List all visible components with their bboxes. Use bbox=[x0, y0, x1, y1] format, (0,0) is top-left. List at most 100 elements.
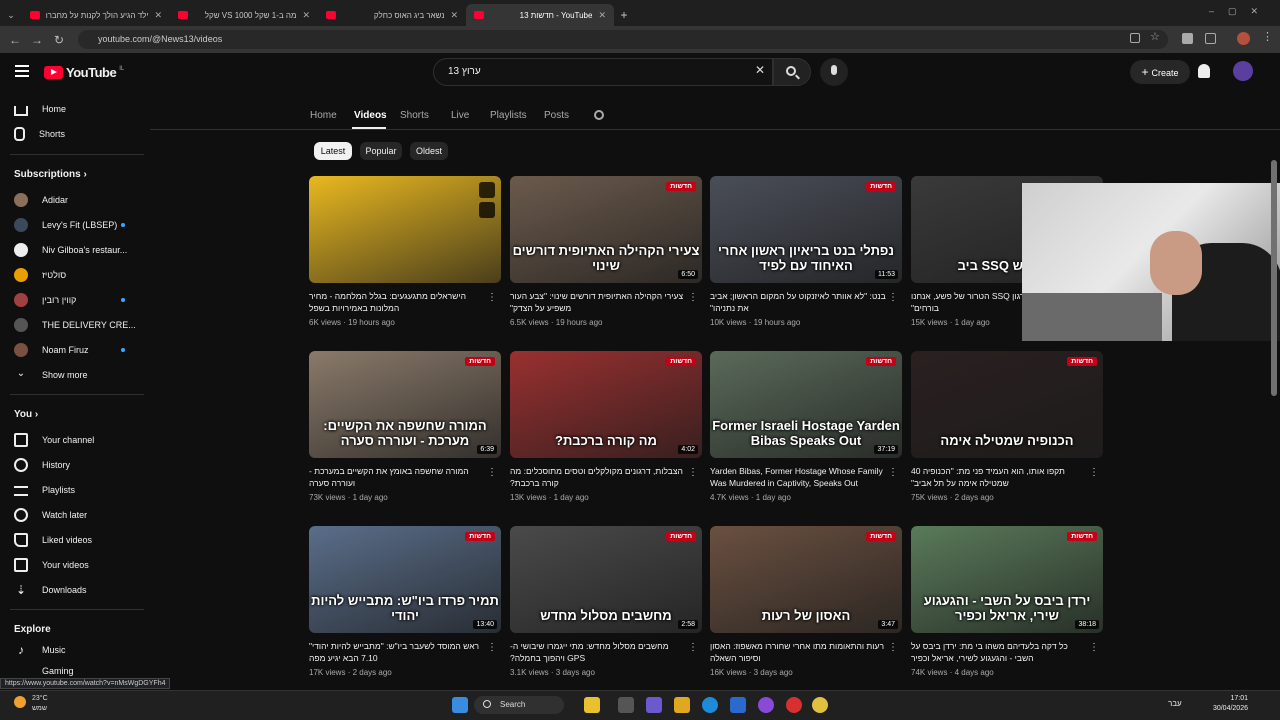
video-title[interactable]: בנט: "לא אוותר לאיזנקוט על המקום הראשון;… bbox=[710, 290, 886, 314]
sidebar-item-music[interactable]: ♪ Music bbox=[14, 640, 66, 660]
task-view-icon[interactable] bbox=[618, 697, 634, 713]
taskbar-app-icon[interactable] bbox=[584, 697, 600, 713]
windows-start-icon[interactable] bbox=[452, 697, 468, 713]
add-to-queue-icon[interactable] bbox=[479, 202, 495, 218]
watch-later-icon[interactable] bbox=[479, 182, 495, 198]
create-button[interactable]: + Create bbox=[1130, 60, 1190, 84]
sidebar-subscription[interactable]: סולטיז bbox=[14, 265, 66, 285]
window-controls[interactable]: –▢✕ bbox=[1209, 6, 1272, 17]
sidebar-item-shorts[interactable]: Shorts bbox=[14, 124, 65, 144]
browser-tab[interactable]: ילד הגיע הולך לקנות על מחברת הספר ✕ bbox=[22, 4, 170, 26]
more-actions-icon[interactable]: ⋮ bbox=[688, 642, 698, 653]
video-title[interactable]: Yarden Bibas, Former Hostage Whose Famil… bbox=[710, 465, 886, 489]
video-thumbnail[interactable]: חדשות האסון של רעות 3:47 bbox=[710, 526, 902, 633]
channel-tab-home[interactable]: Home bbox=[310, 110, 337, 121]
edge-icon[interactable] bbox=[702, 697, 718, 713]
close-tab-icon[interactable]: ✕ bbox=[154, 10, 162, 21]
voice-search-button[interactable] bbox=[820, 58, 848, 86]
sidebar-item-history[interactable]: History bbox=[14, 455, 70, 475]
video-title[interactable]: הישראלים מתגעגעים: בגלל המלחמה - מחיר המ… bbox=[309, 290, 485, 314]
video-card[interactable]: חדשות מחשבים מסלול מחדש 2:58 מחשבים מסלול מ… bbox=[510, 526, 702, 677]
chip-popular[interactable]: Popular bbox=[360, 142, 402, 160]
profile-avatar[interactable] bbox=[1237, 32, 1250, 45]
close-tab-icon[interactable]: ✕ bbox=[450, 10, 458, 21]
extension-icon[interactable] bbox=[1182, 33, 1193, 44]
video-title[interactable]: כל דקה בלעדיהם משהו בי מת: ירדן ביבס על … bbox=[911, 640, 1087, 664]
video-thumbnail[interactable]: חדשות Former Israeli Hostage Yarden Bibas… bbox=[710, 351, 902, 458]
sidebar-subscription[interactable]: Noam Firuz bbox=[14, 340, 89, 360]
video-title[interactable]: מחשבים מסלול מחדש: מתי ייגמרו שיבושי ה-G… bbox=[510, 640, 686, 664]
video-title[interactable]: תקפו אותו, הוא העמיד פני מת: "הכנופיה 40… bbox=[911, 465, 1087, 489]
channel-tab-shorts[interactable]: Shorts bbox=[400, 110, 429, 121]
video-title[interactable]: ראש המוסד לשעבר ביו"ש: "מתבייש להיות יהו… bbox=[309, 640, 485, 664]
browser-menu-icon[interactable]: ⋮ bbox=[1262, 30, 1273, 43]
sidebar-item-your-videos[interactable]: Your videos bbox=[14, 555, 89, 575]
chip-oldest[interactable]: Oldest bbox=[410, 142, 448, 160]
extensions-puzzle-icon[interactable] bbox=[1205, 33, 1216, 44]
more-actions-icon[interactable]: ⋮ bbox=[487, 292, 497, 303]
close-tab-icon[interactable]: ✕ bbox=[598, 10, 606, 21]
language-indicator[interactable]: עבר bbox=[1168, 699, 1182, 708]
clear-search-icon[interactable]: ✕ bbox=[755, 63, 765, 77]
sidebar-subscription[interactable]: קווין רובין bbox=[14, 290, 76, 310]
weather-icon[interactable] bbox=[14, 696, 26, 708]
video-card[interactable]: חדשות מה קורה ברכבת? 4:02 הצבלות, דרגונים מ… bbox=[510, 351, 702, 502]
video-title[interactable]: צעירי הקהילה האתיופית דורשים שינוי: "צבע… bbox=[510, 290, 686, 314]
account-avatar[interactable] bbox=[1233, 61, 1253, 81]
discord-icon[interactable] bbox=[758, 697, 774, 713]
video-thumbnail[interactable]: חדשות המורה שחשפה את הקשיים: מערכת - ועור… bbox=[309, 351, 501, 458]
more-actions-icon[interactable]: ⋮ bbox=[888, 642, 898, 653]
browser-tab[interactable]: נשאר ביג האוס כחלק ✕ bbox=[318, 4, 466, 26]
page-scrollbar[interactable] bbox=[1271, 160, 1277, 396]
channel-search-icon[interactable] bbox=[594, 110, 604, 120]
video-card[interactable]: חדשות נפתלי בנט בריאיון ראשון אחרי האיחוד… bbox=[710, 176, 902, 327]
video-thumbnail[interactable]: חדשות ירדן ביבס על השבי - והגעגוע שירי, א… bbox=[911, 526, 1103, 633]
more-actions-icon[interactable]: ⋮ bbox=[1089, 642, 1099, 653]
search-button[interactable] bbox=[773, 58, 811, 86]
notifications-bell-icon[interactable] bbox=[1198, 64, 1210, 78]
channel-tab-posts[interactable]: Posts bbox=[544, 110, 569, 121]
taskbar-search[interactable]: Search bbox=[474, 696, 564, 714]
url-field[interactable]: youtube.com/@News13/videos bbox=[78, 30, 1168, 49]
sidebar-item-home[interactable]: Home bbox=[14, 99, 66, 119]
taskbar-clock[interactable]: 17:01 30/04/2026 bbox=[1213, 694, 1248, 714]
video-card[interactable]: חדשות האסון של רעות 3:47 רעות והתאומות מתו … bbox=[710, 526, 902, 677]
video-card[interactable]: חדשות צעירי הקהילה האתיופית דורשים שינוי 6… bbox=[510, 176, 702, 327]
store-icon[interactable] bbox=[730, 697, 746, 713]
hamburger-menu-icon[interactable] bbox=[15, 65, 29, 77]
you-heading[interactable]: You › bbox=[14, 409, 38, 420]
video-card[interactable]: חדשות הכנופיה שמטילה אימה תקפו אותו, הוא ה… bbox=[911, 351, 1103, 502]
video-thumbnail[interactable] bbox=[309, 176, 501, 283]
install-icon[interactable] bbox=[1130, 33, 1140, 43]
sidebar-subscription[interactable]: Niv Gilboa's restaur... bbox=[14, 240, 127, 260]
more-actions-icon[interactable]: ⋮ bbox=[688, 467, 698, 478]
video-thumbnail[interactable]: חדשות נפתלי בנט בריאיון ראשון אחרי האיחוד… bbox=[710, 176, 902, 283]
video-thumbnail[interactable]: חדשות צעירי הקהילה האתיופית דורשים שינוי 6… bbox=[510, 176, 702, 283]
video-card[interactable]: חדשות ירדן ביבס על השבי - והגעגוע שירי, א… bbox=[911, 526, 1103, 677]
forward-icon[interactable]: → bbox=[26, 33, 48, 47]
chrome-icon[interactable] bbox=[812, 697, 828, 713]
browser-tab[interactable]: מה ב-1 שקל VS 1000 שקל ✕ bbox=[170, 4, 318, 26]
sidebar-subscription[interactable]: Adidar bbox=[14, 190, 68, 210]
more-actions-icon[interactable]: ⋮ bbox=[487, 642, 497, 653]
sidebar-subscription[interactable]: THE DELIVERY CRE... bbox=[14, 315, 136, 335]
recording-app-icon[interactable] bbox=[786, 697, 802, 713]
channel-tab-playlists[interactable]: Playlists bbox=[490, 110, 527, 121]
chip-latest[interactable]: Latest bbox=[314, 142, 352, 160]
search-input[interactable]: ערוץ 13 bbox=[433, 58, 773, 86]
video-title[interactable]: רעות והתאומות מתו אחרי שחוררו מאשפוז: הא… bbox=[710, 640, 886, 664]
youtube-logo[interactable]: YouTube IL bbox=[44, 65, 124, 80]
channel-tab-live[interactable]: Live bbox=[451, 110, 469, 121]
channel-tab-videos[interactable]: Videos bbox=[354, 110, 387, 121]
video-card[interactable]: חדשות תמיר פרדו ביו"ש: מתבייש להיות יהודי… bbox=[309, 526, 501, 677]
video-thumbnail[interactable]: חדשות מחשבים מסלול מחדש 2:58 bbox=[510, 526, 702, 633]
sidebar-item-liked-videos[interactable]: Liked videos bbox=[14, 530, 92, 550]
browser-tab-active[interactable]: YouTube - חדשות 13 ✕ bbox=[466, 4, 614, 26]
video-card[interactable]: חדשות Former Israeli Hostage Yarden Bibas… bbox=[710, 351, 902, 502]
more-actions-icon[interactable]: ⋮ bbox=[688, 292, 698, 303]
bookmark-star-icon[interactable]: ☆ bbox=[1150, 30, 1160, 43]
video-thumbnail[interactable]: חדשות הכנופיה שמטילה אימה bbox=[911, 351, 1103, 458]
sidebar-item-your-channel[interactable]: Your channel bbox=[14, 430, 94, 450]
back-icon[interactable]: ← bbox=[4, 33, 26, 47]
close-tab-icon[interactable]: ✕ bbox=[302, 10, 310, 21]
